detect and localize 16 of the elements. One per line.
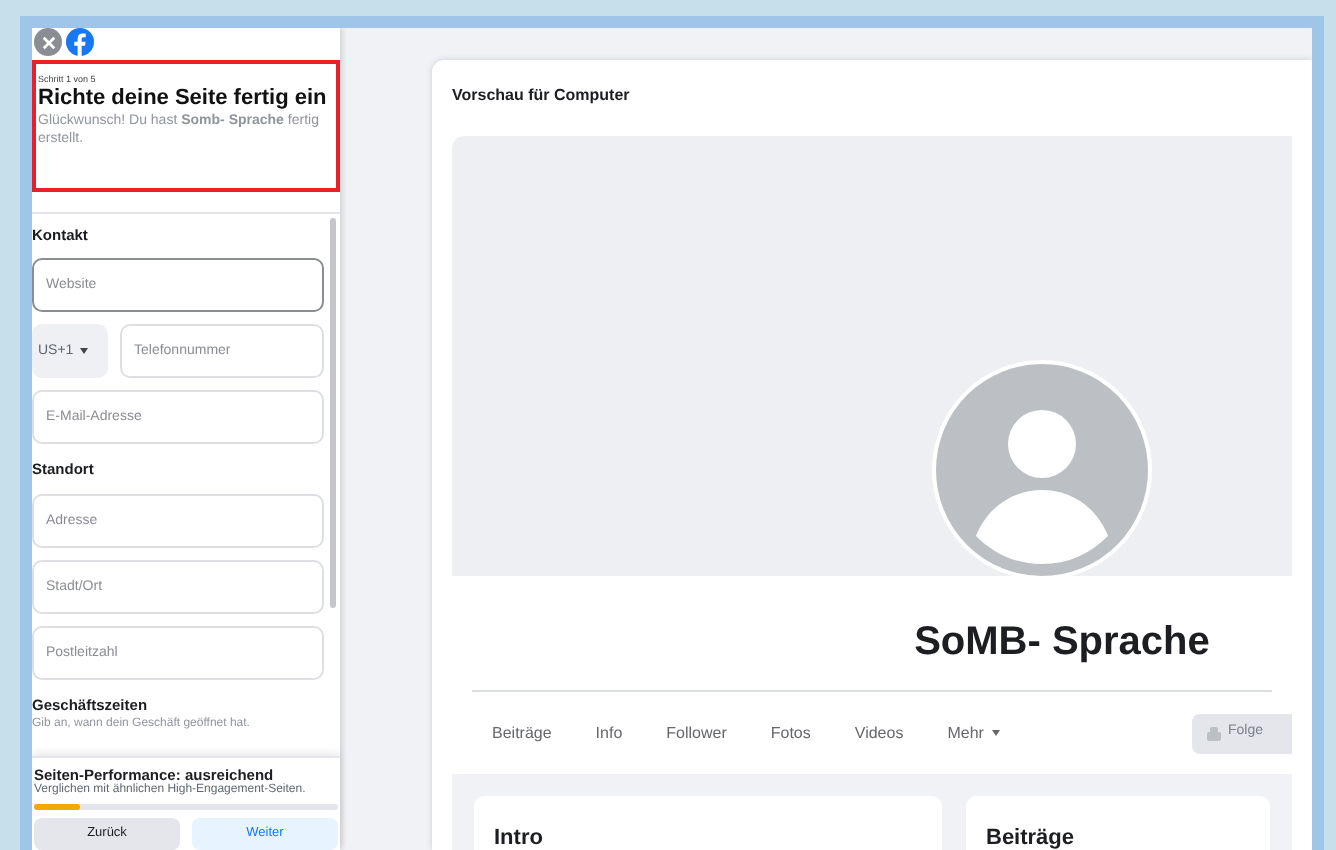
caret-icon	[991, 730, 1000, 736]
card-title: Beiträge	[986, 826, 1075, 850]
caret-icon	[79, 348, 88, 355]
page-tab[interactable]: Follower	[666, 721, 727, 745]
close-icon[interactable]	[34, 28, 62, 56]
page-name: SoMB- Sprache	[914, 618, 1210, 668]
page-tab[interactable]: Videos	[854, 721, 904, 745]
panel-title: Richte deine Seite fertig ein	[38, 86, 329, 112]
page-tab[interactable]: Beiträge	[492, 721, 552, 745]
page-tab[interactable]: Fotos	[770, 721, 811, 745]
scrollbar[interactable]	[330, 218, 336, 608]
preview-title: Vorschau für Computer	[450, 84, 632, 108]
profile-avatar-icon	[932, 360, 1152, 580]
page-tab[interactable]: Mehr	[947, 721, 1000, 745]
card-title: Intro	[494, 826, 543, 850]
page-tab[interactable]: Info	[595, 721, 623, 745]
